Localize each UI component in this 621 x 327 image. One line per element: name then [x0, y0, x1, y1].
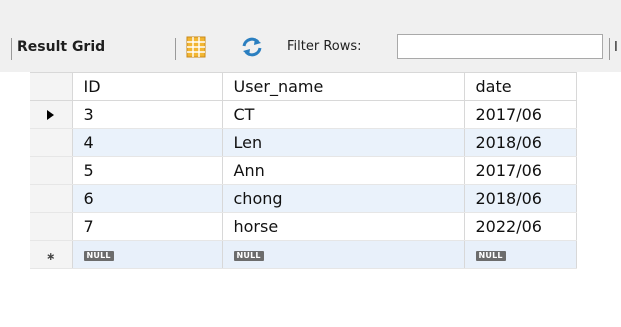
- cell-date[interactable]: 2017/06: [464, 156, 577, 185]
- table-row[interactable]: 7 horse 2022/06: [30, 212, 577, 241]
- result-toolbar: Result Grid Filter Rows: I: [0, 0, 621, 72]
- cell-user-name[interactable]: Len: [222, 128, 465, 157]
- filter-rows-input[interactable]: [397, 34, 603, 59]
- result-grid-label[interactable]: Result Grid: [17, 37, 105, 57]
- header-row: ID User_name date: [30, 72, 577, 101]
- cell-id[interactable]: 6: [72, 184, 223, 213]
- toolbar-separator: [11, 38, 12, 60]
- cell-date[interactable]: 2018/06: [464, 128, 577, 157]
- row-selector[interactable]: [30, 100, 73, 129]
- cell-date[interactable]: 2018/06: [464, 184, 577, 213]
- table-row[interactable]: 6 chong 2018/06: [30, 184, 577, 213]
- refresh-icon[interactable]: [241, 37, 263, 57]
- cell-user-name[interactable]: horse: [222, 212, 465, 241]
- column-header-date[interactable]: date: [464, 72, 577, 101]
- new-row[interactable]: ∗ NULL NULL NULL: [30, 240, 577, 269]
- cell-user-name[interactable]: NULL: [222, 240, 465, 269]
- row-selector[interactable]: [30, 128, 73, 157]
- null-badge: NULL: [233, 251, 264, 261]
- row-selector[interactable]: [30, 156, 73, 185]
- arrow-right-icon: [47, 110, 55, 120]
- grid-layout-icon[interactable]: [186, 36, 206, 58]
- cell-date[interactable]: NULL: [464, 240, 577, 269]
- filter-rows-label: Filter Rows:: [287, 39, 362, 54]
- cell-user-name[interactable]: CT: [222, 100, 465, 129]
- asterisk-icon: ∗: [46, 250, 56, 263]
- cell-id[interactable]: 7: [72, 212, 223, 241]
- cell-id[interactable]: NULL: [72, 240, 223, 269]
- cell-date[interactable]: 2017/06: [464, 100, 577, 129]
- table-row[interactable]: 3 CT 2017/06: [30, 100, 577, 129]
- null-badge: NULL: [83, 251, 114, 261]
- cell-id[interactable]: 4: [72, 128, 223, 157]
- row-selector[interactable]: [30, 184, 73, 213]
- cell-id[interactable]: 3: [72, 100, 223, 129]
- cell-date[interactable]: 2022/06: [464, 212, 577, 241]
- row-selector[interactable]: [30, 212, 73, 241]
- result-grid[interactable]: ID User_name date 3 CT 2017/06 4 Len 201…: [0, 72, 621, 327]
- row-header-corner: [30, 72, 73, 101]
- cell-user-name[interactable]: chong: [222, 184, 465, 213]
- table-row[interactable]: 4 Len 2018/06: [30, 128, 577, 157]
- toolbar-separator: [175, 38, 176, 60]
- column-header-user-name[interactable]: User_name: [222, 72, 465, 101]
- row-selector[interactable]: ∗: [30, 240, 73, 269]
- result-table: ID User_name date 3 CT 2017/06 4 Len 201…: [30, 72, 577, 269]
- toolbar-cut-off-item: I: [614, 40, 618, 55]
- cell-user-name[interactable]: Ann: [222, 156, 465, 185]
- toolbar-separator: [609, 38, 610, 60]
- column-header-id[interactable]: ID: [72, 72, 223, 101]
- table-row[interactable]: 5 Ann 2017/06: [30, 156, 577, 185]
- cell-id[interactable]: 5: [72, 156, 223, 185]
- null-badge: NULL: [475, 251, 506, 261]
